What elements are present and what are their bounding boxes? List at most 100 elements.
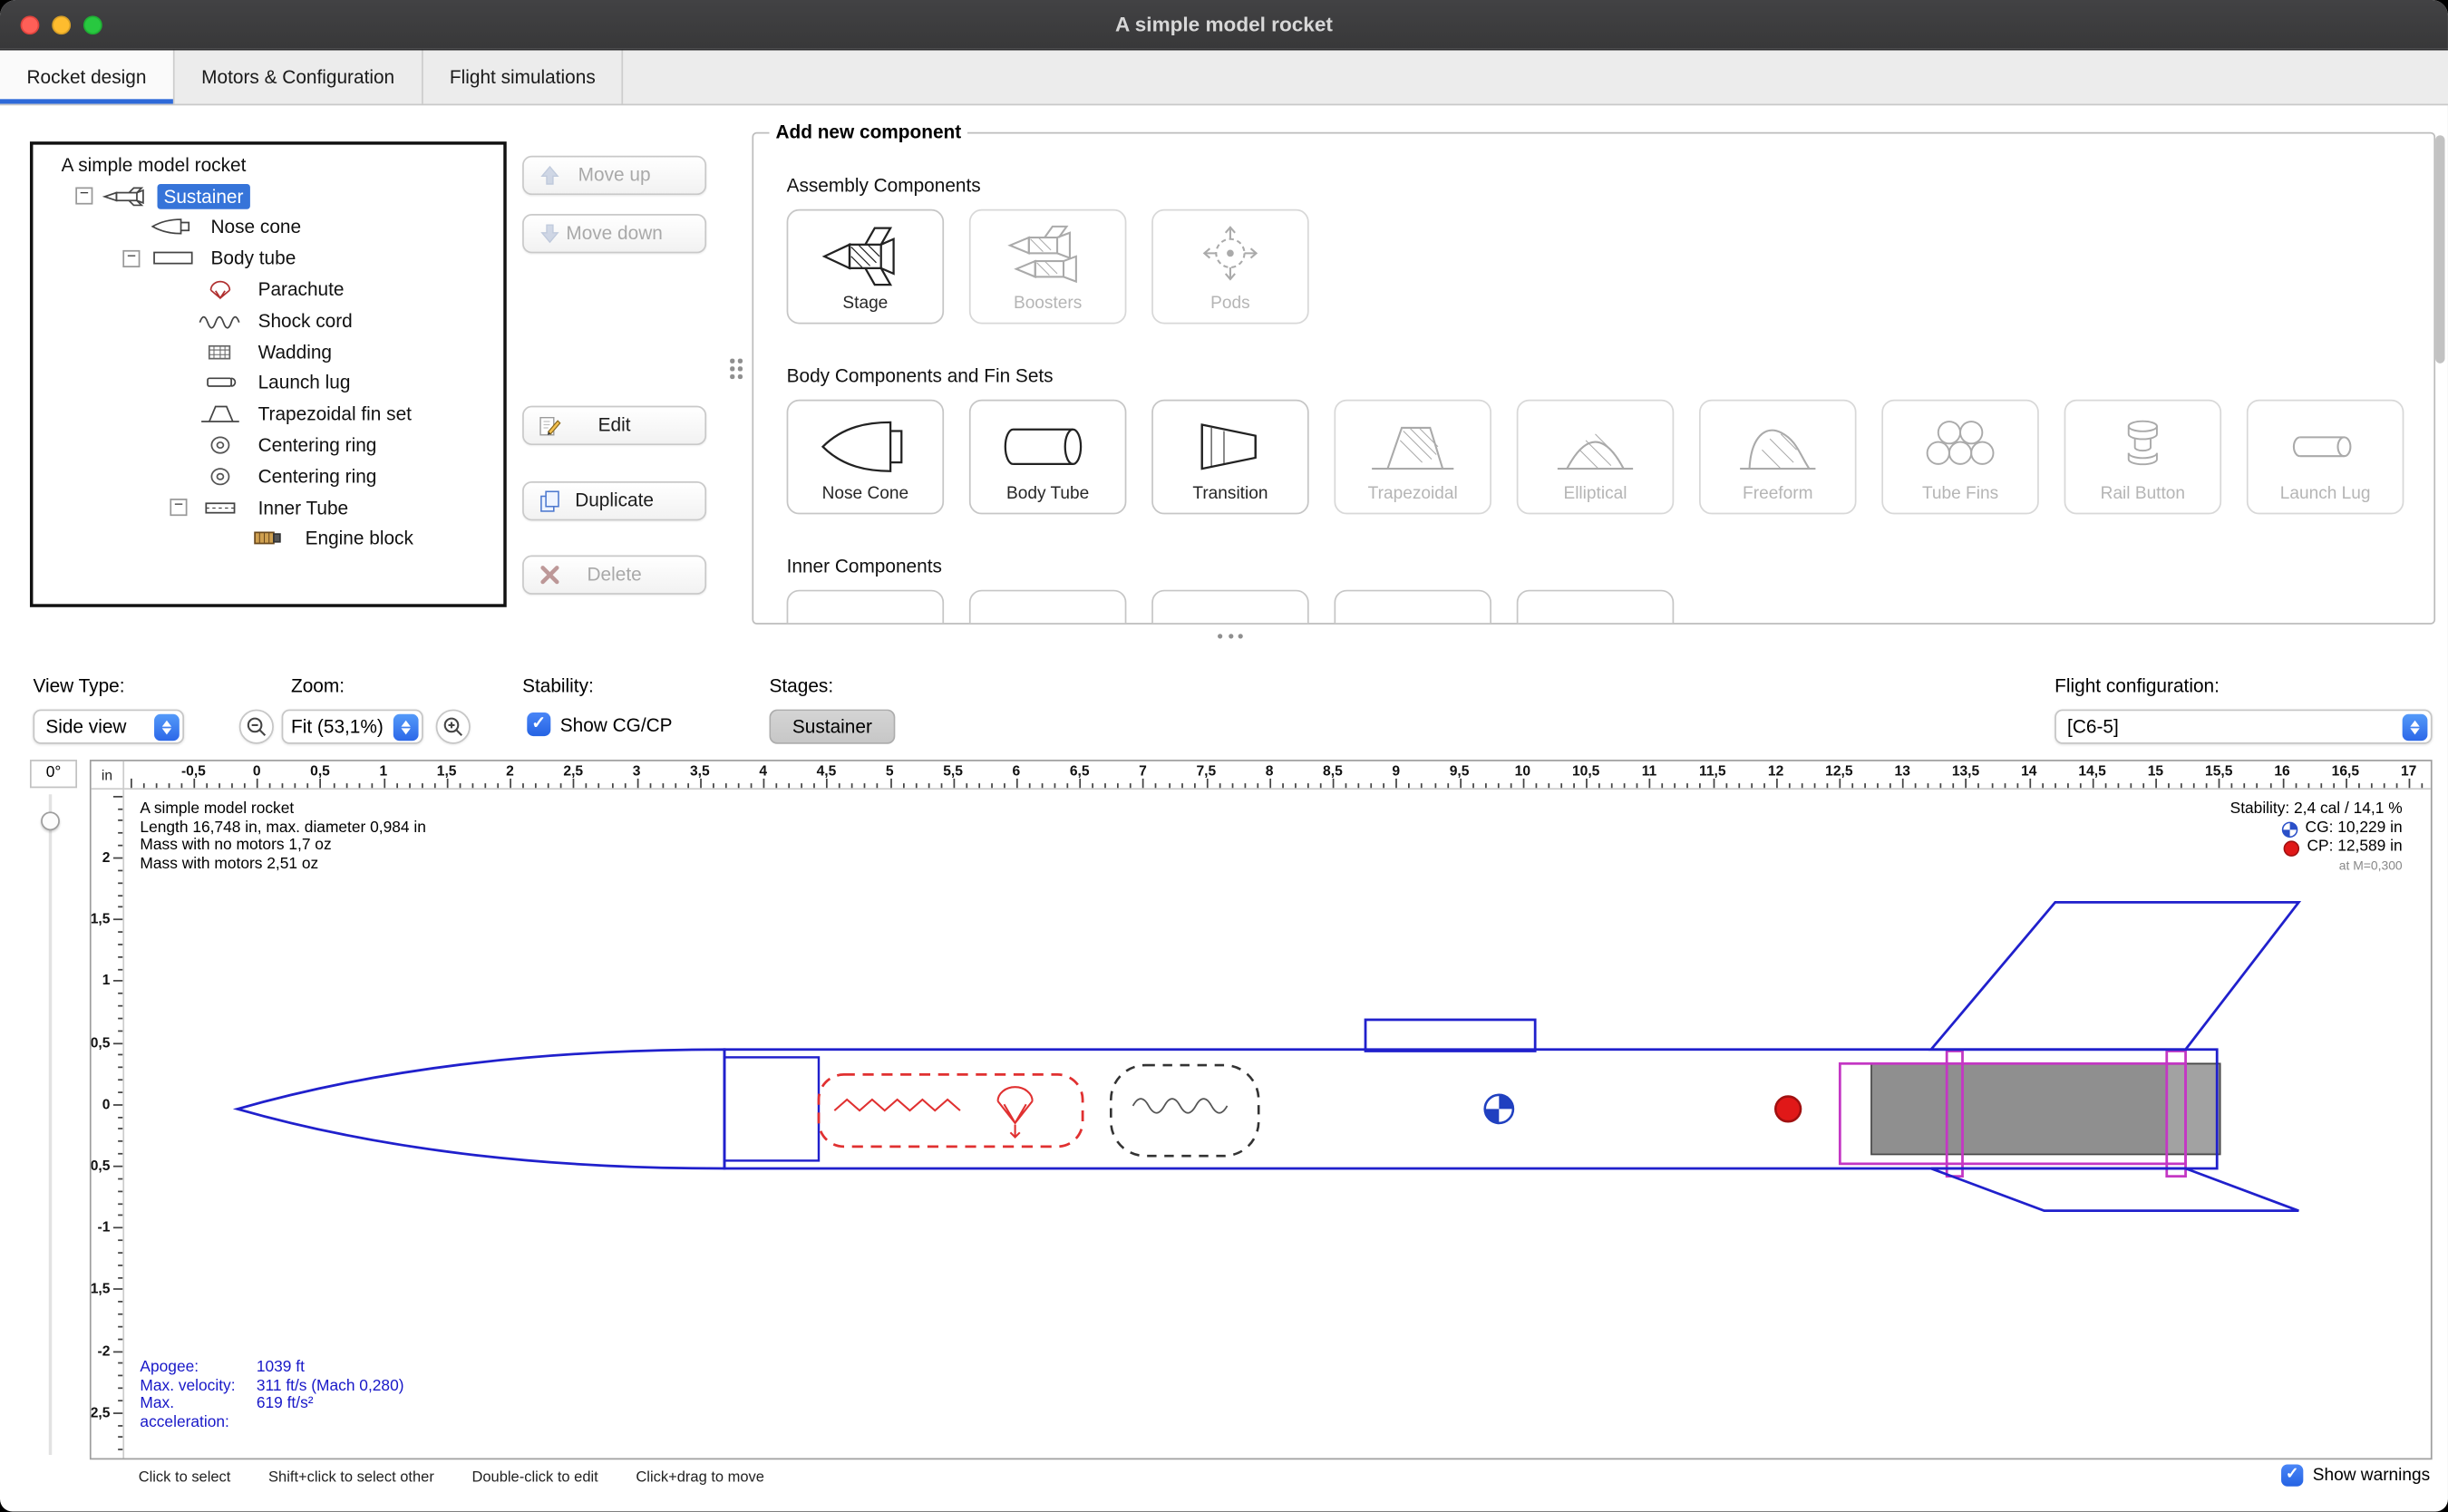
ruler-tick <box>1244 782 1246 788</box>
add-stage-button[interactable]: Stage <box>787 209 945 325</box>
ruler-tick <box>345 782 347 788</box>
tree-item-launch-lug[interactable]: Launch lug <box>33 367 503 398</box>
add-item-button[interactable] <box>1517 590 1675 625</box>
minimize-button[interactable] <box>52 15 71 34</box>
ruler-tick <box>1826 782 1828 788</box>
tree-item-engine-block[interactable]: Engine block <box>33 523 503 554</box>
close-button[interactable] <box>21 15 40 34</box>
tree-item-wadding[interactable]: Wadding <box>33 336 503 367</box>
add-component-title: Add new component <box>770 121 968 143</box>
ruler-tick <box>117 808 122 809</box>
splitter-handle[interactable] <box>730 359 744 379</box>
zoom-window-button[interactable] <box>83 15 102 34</box>
rocket-side-view[interactable] <box>124 790 2431 1458</box>
stability-label: Stability: <box>522 674 594 696</box>
zoom-in-button[interactable] <box>436 710 471 744</box>
section-label-inner-components: Inner Components <box>787 556 2434 577</box>
zoom-out-button[interactable] <box>239 710 274 744</box>
add-item-button[interactable] <box>969 590 1127 625</box>
add-item-button[interactable] <box>787 590 945 625</box>
add-freeform-button[interactable]: Freeform <box>1699 400 1857 515</box>
stage-toggle-sustainer[interactable]: Sustainer <box>770 710 896 744</box>
ruler-tick <box>231 782 233 788</box>
add-trapezoidal-button[interactable]: Trapezoidal <box>1334 400 1491 515</box>
tree-expander-icon[interactable]: − <box>75 188 92 205</box>
scrollbar[interactable] <box>2435 135 2444 363</box>
zoom-select[interactable]: Fit (53,1%) <box>282 710 423 744</box>
ruler-tick <box>1573 782 1575 788</box>
panel-resize-handle[interactable] <box>1218 634 1243 638</box>
ruler-tick <box>966 782 967 788</box>
tree-item-parachute[interactable]: Parachute <box>33 274 503 305</box>
ruler-tick <box>117 1141 122 1143</box>
ruler-tick <box>156 782 158 788</box>
tree-expander-icon[interactable]: − <box>170 499 187 516</box>
ruler-tick <box>2067 782 2069 788</box>
move-down-button[interactable]: Move down <box>522 214 706 253</box>
ruler-tick <box>1269 778 1271 788</box>
tree-item-shock-cord[interactable]: Shock cord <box>33 305 503 336</box>
show-cgcp-label: Show CG/CP <box>560 713 673 735</box>
show-warnings-control[interactable]: ✓ Show warnings <box>2281 1464 2430 1486</box>
section-label-body-components-and-fin-sets: Body Components and Fin Sets <box>787 365 2434 387</box>
add-item-button[interactable] <box>1334 590 1491 625</box>
titlebar[interactable]: A simple model rocket <box>0 0 2448 51</box>
add-tube-fins-button[interactable]: Tube Fins <box>1881 400 2039 515</box>
ruler-tick <box>117 1215 122 1216</box>
add-rail-button-button[interactable]: Rail Button <box>2064 400 2222 515</box>
ruler-tick <box>586 782 588 788</box>
button-label: Edit <box>598 413 631 435</box>
parachute[interactable] <box>819 1074 1083 1146</box>
add-elliptical-button[interactable]: Elliptical <box>1517 400 1675 515</box>
tree-item-nose-cone[interactable]: Nose cone <box>33 212 503 243</box>
add-item-button[interactable] <box>1151 590 1309 625</box>
tree-item-centering-ring[interactable]: Centering ring <box>33 430 503 460</box>
flight-stat-value: 1039 ft <box>257 1359 305 1377</box>
tab-rocket-design[interactable]: Rocket design <box>0 51 175 104</box>
show-cgcp-control[interactable]: ✓ Show CG/CP <box>527 712 672 736</box>
rocket-canvas[interactable]: A simple model rocket Length 16,748 in, … <box>124 790 2431 1458</box>
tree-expander-icon[interactable]: − <box>122 250 140 267</box>
checkbox-checked-icon[interactable]: ✓ <box>527 712 550 736</box>
move-up-button[interactable]: Move up <box>522 156 706 195</box>
checkbox-checked-icon[interactable]: ✓ <box>2281 1464 2303 1486</box>
tree-item-body-tube[interactable]: −Body tube <box>33 243 503 274</box>
ruler-tick <box>117 820 122 822</box>
launch-lug[interactable] <box>1365 1020 1535 1052</box>
rotation-knob[interactable] <box>40 811 59 830</box>
add-boosters-button[interactable]: Boosters <box>969 209 1127 325</box>
add-transition-button[interactable]: Transition <box>1151 400 1309 515</box>
flight-configuration-select[interactable]: [C6-5] <box>2055 710 2432 744</box>
ruler-tick <box>117 1449 122 1451</box>
ruler-tick <box>1080 778 1082 788</box>
ruler-tick <box>2155 778 2157 788</box>
nose-cone[interactable] <box>238 1050 724 1168</box>
tree-item-a-simple-model-rocket[interactable]: A simple model rocket <box>33 150 503 180</box>
tree-item-sustainer[interactable]: −Sustainer <box>33 180 503 211</box>
tree-item-inner-tube[interactable]: −Inner Tube <box>33 492 503 523</box>
tab-flight-simulations[interactable]: Flight simulations <box>423 51 624 104</box>
tab-motors-configuration[interactable]: Motors & Configuration <box>175 51 423 104</box>
add-nose-cone-button[interactable]: Nose Cone <box>787 400 945 515</box>
add-pods-button[interactable]: Pods <box>1151 209 1309 325</box>
ruler-tick <box>117 1153 122 1155</box>
ruler-tick <box>2004 782 2006 788</box>
component-tree[interactable]: A simple model rocket−SustainerNose cone… <box>30 141 507 607</box>
tab-label: Flight simulations <box>450 66 596 88</box>
rotation-slider[interactable] <box>49 794 52 1455</box>
ruler-tick <box>535 782 537 788</box>
tree-item-centering-ring[interactable]: Centering ring <box>33 460 503 491</box>
add-body-tube-button[interactable]: Body Tube <box>969 400 1127 515</box>
delete-button[interactable]: Delete <box>522 556 706 595</box>
ruler-tick <box>117 906 122 908</box>
view-type-select[interactable]: Side view <box>33 710 184 744</box>
edit-button[interactable]: Edit <box>522 406 706 445</box>
add-launch-lug-button[interactable]: Launch Lug <box>2247 400 2404 515</box>
ruler-tick <box>1231 782 1233 788</box>
shock-cord[interactable] <box>1111 1065 1258 1156</box>
ruler-tick <box>801 782 803 788</box>
ruler-tick <box>2320 782 2322 788</box>
launchlug-icon <box>197 372 244 393</box>
tree-item-trapezoidal-fin-set[interactable]: Trapezoidal fin set <box>33 399 503 430</box>
duplicate-button[interactable]: Duplicate <box>522 481 706 520</box>
